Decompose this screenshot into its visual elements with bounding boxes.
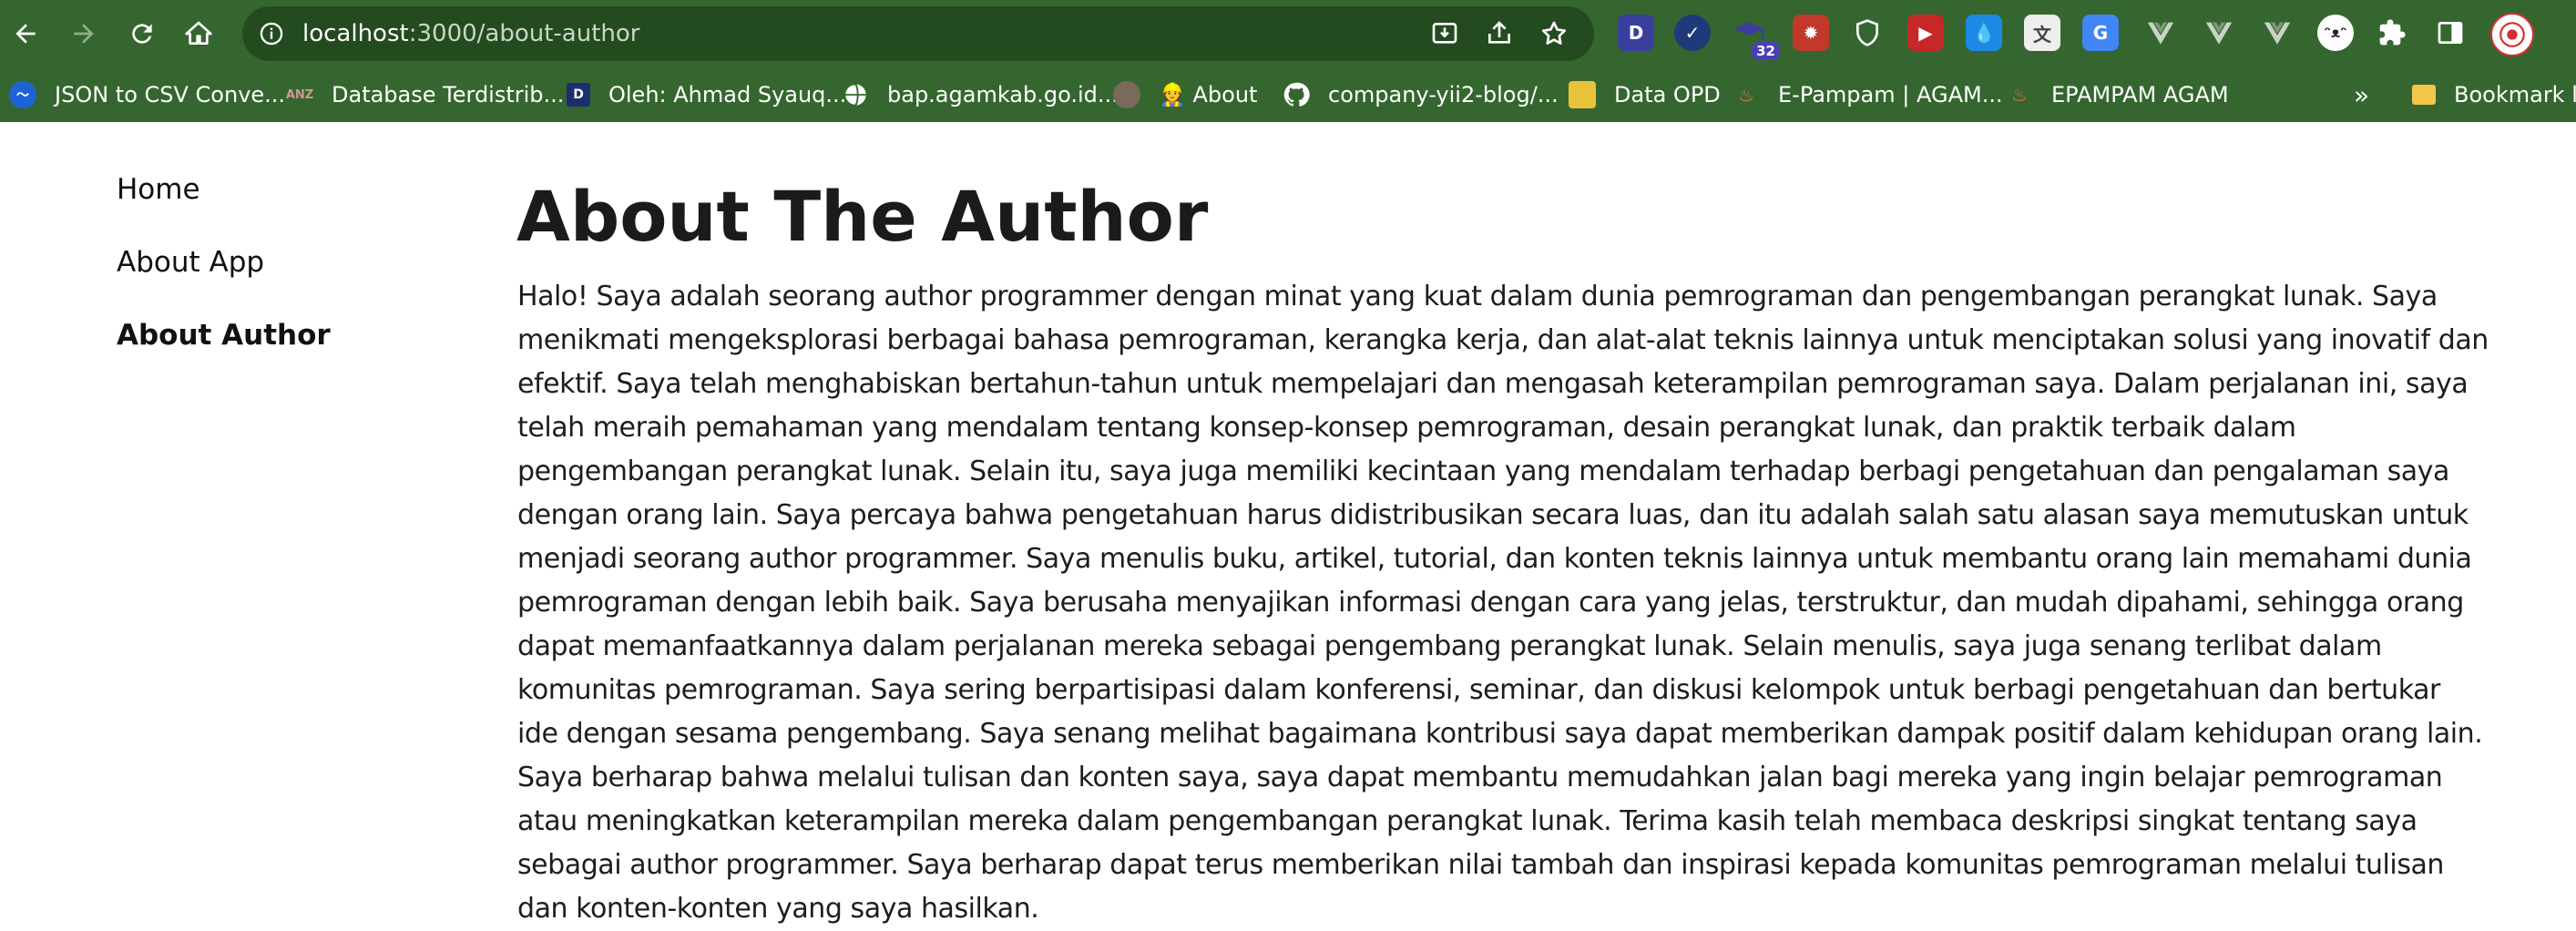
bookmark-item[interactable]: bap.agamkab.go.id... xyxy=(842,67,1119,122)
emblem-icon xyxy=(1569,81,1596,108)
forward-button[interactable] xyxy=(64,14,104,54)
star-icon[interactable] xyxy=(1539,19,1569,48)
browser-toolbar: localhost:3000/about-author D ✓ 32 ✹ ▶ 💧… xyxy=(0,0,2576,67)
chevron-double-right-icon: » xyxy=(2354,79,2370,110)
bookmark-label: company-yii2-blog/... xyxy=(1328,82,1559,107)
install-app-icon[interactable] xyxy=(1430,19,1459,48)
bookmarks-bar: 〜 JSON to CSV Conve... ANZ Database Terd… xyxy=(0,67,2576,122)
extension-vue-icon-3[interactable] xyxy=(2259,15,2295,51)
home-button[interactable] xyxy=(179,14,219,54)
extensions-puzzle-icon[interactable] xyxy=(2374,15,2410,51)
extension-check-icon[interactable]: ✓ xyxy=(1674,15,1711,51)
bookmark-item[interactable]: 〜 JSON to CSV Conve... xyxy=(9,67,285,122)
bookmark-label: Bookmark lai xyxy=(2454,82,2576,107)
page-title: About The Author xyxy=(516,176,1209,257)
bookmark-label: Database Terdistrib... xyxy=(332,82,565,107)
arrow-left-icon xyxy=(15,24,36,44)
anz-icon: ANZ xyxy=(285,87,314,102)
extension-google-translate-icon[interactable]: G xyxy=(2082,15,2119,51)
arrow-right-icon xyxy=(74,24,94,44)
bookmark-label: Oleh: Ahmad Syauq... xyxy=(608,82,847,107)
extension-vue-icon-2[interactable] xyxy=(2201,15,2237,51)
extension-face-icon[interactable]: ᵔᴥᵔ xyxy=(2317,15,2354,51)
profile-avatar[interactable] xyxy=(2490,13,2534,56)
extension-d-icon[interactable]: D xyxy=(1618,15,1654,51)
bookmark-label: EPAMPAM AGAM xyxy=(2051,82,2229,107)
url-text[interactable]: localhost:3000/about-author xyxy=(302,19,640,48)
bookmark-label: 👷 About xyxy=(1159,82,1258,107)
extension-bug-icon[interactable]: ✹ xyxy=(1793,15,1829,51)
sidebar-item-about-author[interactable]: About Author xyxy=(117,319,331,352)
bookmark-item[interactable]: ♨ EPAMPAM AGAM xyxy=(2006,67,2229,122)
bookmarks-overflow-button[interactable]: » xyxy=(2354,67,2369,122)
bookmark-item[interactable]: ANZ Database Terdistrib... xyxy=(285,67,565,122)
bookmark-label: Data OPD xyxy=(1614,82,1721,107)
wave-icon: 〜 xyxy=(9,81,36,108)
bookmark-item[interactable]: 👷 About xyxy=(1113,67,1257,122)
extension-translate-icon[interactable]: 文 xyxy=(2024,15,2060,51)
bookmark-item[interactable]: company-yii2-blog/... xyxy=(1283,67,1559,122)
reload-icon xyxy=(132,24,152,44)
github-icon xyxy=(1283,81,1310,108)
side-panel-icon[interactable] xyxy=(2432,15,2469,51)
bookmarks-folder[interactable]: Bookmark lai xyxy=(2412,67,2576,122)
address-bar[interactable]: localhost:3000/about-author xyxy=(242,6,1594,61)
folder-icon xyxy=(2412,85,2436,105)
globe-icon xyxy=(842,81,869,108)
url-host: localhost xyxy=(302,20,409,47)
bookmark-item[interactable]: D Oleh: Ahmad Syauq... xyxy=(567,67,846,122)
home-icon xyxy=(185,21,212,45)
extension-vue-icon[interactable] xyxy=(2142,15,2179,51)
author-description: Halo! Saya adalah seorang author program… xyxy=(517,281,2489,925)
url-path: :3000/about-author xyxy=(408,20,640,47)
d-square-icon: D xyxy=(567,83,590,107)
info-icon[interactable] xyxy=(259,21,284,46)
extension-play-icon[interactable]: ▶ xyxy=(1907,15,1944,51)
bookmark-label: E-Pampam | AGAM... xyxy=(1778,82,2003,107)
extension-badge: 32 xyxy=(1752,42,1780,60)
avatar-icon xyxy=(1113,81,1140,108)
bookmark-label: JSON to CSV Conve... xyxy=(55,82,286,107)
share-icon[interactable] xyxy=(1485,19,1514,48)
reload-button[interactable] xyxy=(122,14,162,54)
bookmark-item[interactable]: ♨ E-Pampam | AGAM... xyxy=(1733,67,2003,122)
flame-icon: ♨ xyxy=(1738,84,1754,106)
bookmark-item[interactable]: Data OPD xyxy=(1569,67,1721,122)
extension-drop-icon[interactable]: 💧 xyxy=(1966,15,2002,51)
bookmark-label: bap.agamkab.go.id... xyxy=(887,82,1119,107)
sidebar-item-home[interactable]: Home xyxy=(117,173,200,206)
extension-shield-icon[interactable] xyxy=(1849,15,1886,51)
extension-graduation-icon[interactable]: 32 xyxy=(1731,15,1780,60)
back-button[interactable] xyxy=(5,14,46,54)
sidebar-item-about-app[interactable]: About App xyxy=(117,246,264,279)
flame-icon: ♨ xyxy=(2011,84,2028,106)
